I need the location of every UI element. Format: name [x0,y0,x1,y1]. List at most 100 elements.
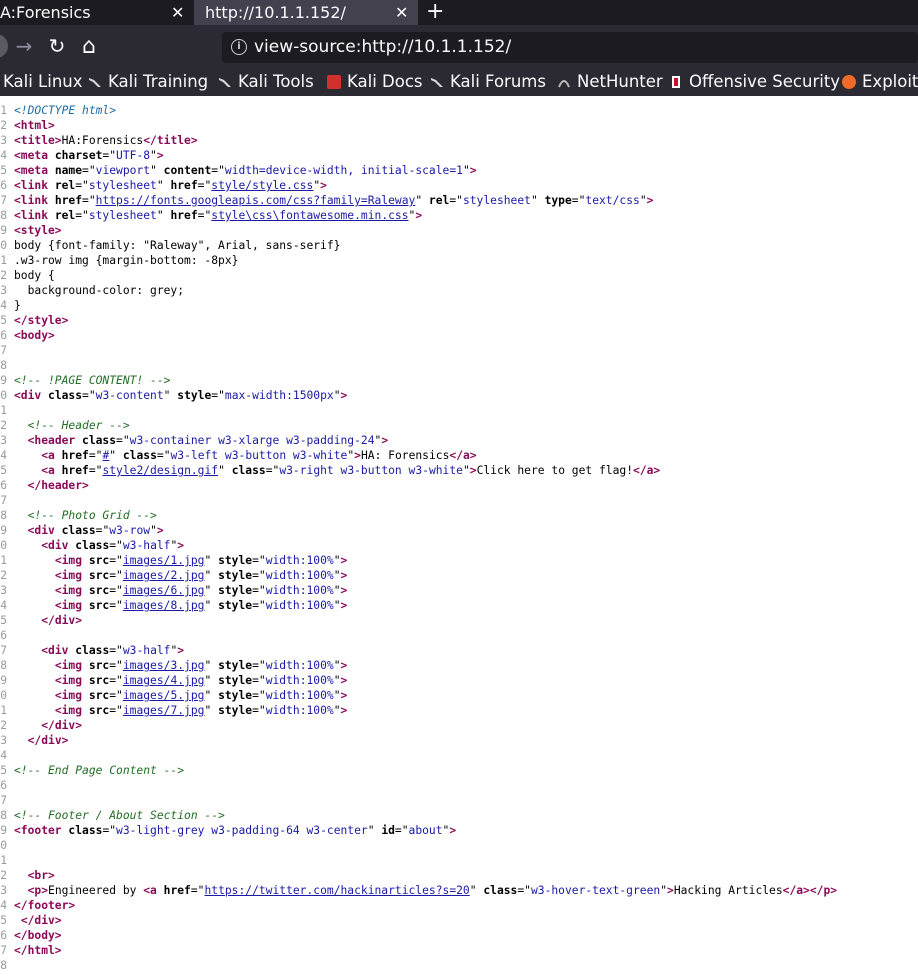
source-token [14,584,55,597]
line-number: 9 [0,224,7,237]
exploit-db-icon [842,75,856,89]
source-token: <body> [14,329,55,342]
source-line: 4 <a href="#" class="w3-left w3-button w… [0,448,476,463]
new-tab-icon[interactable]: + [426,0,444,24]
source-link[interactable]: images/5.jpg [123,689,205,702]
source-token: =" [109,554,123,567]
line-number: 0 [0,389,7,402]
source-line: 3 <img src="images/6.jpg" style="width:1… [0,583,347,598]
bookmark-item[interactable]: Kali Linux [3,68,83,96]
source-token [14,524,28,537]
source-link[interactable]: images/6.jpg [123,584,205,597]
bookmark-item[interactable]: Offensive Security [669,68,840,96]
source-token: " [150,524,157,537]
browser-chrome: A:Forensics ✕ http://10.1.1.152/ ✕ + → ↻… [0,0,918,96]
bookmark-item[interactable]: Exploit- [842,68,918,96]
forward-icon[interactable]: → [9,25,39,68]
bookmark-item[interactable]: Kali Training [88,68,208,96]
source-token [14,449,41,462]
source-token [14,614,41,627]
source-token: HA: Forensics [360,449,450,462]
source-line: 2 body { [0,268,55,283]
source-link[interactable]: style2/design.gif [102,464,218,477]
source-token: w3-hover-text-green [530,884,661,897]
home-icon[interactable]: ⌂ [74,25,104,68]
view-source-content: 1 <!DOCTYPE html> 2 <html> 3 <title>HA:Forens… [0,103,918,976]
source-token: .w3-row img {margin-bottom: -8px} [14,254,239,267]
source-line: 5 <!-- End Page Content --> [0,763,184,778]
source-link[interactable]: images/4.jpg [123,674,205,687]
source-link[interactable]: images/1.jpg [123,554,205,567]
source-link[interactable]: style\css\fontawesome.min.css [211,209,408,222]
source-token: <img [54,674,89,687]
line-number: 6 [0,479,7,492]
tab-forensics[interactable]: A:Forensics ✕ [0,0,194,25]
source-token: " [639,194,647,207]
source-link[interactable]: images/2.jpg [123,569,205,582]
source-token [14,509,28,522]
source-link[interactable]: style/style.css [211,179,313,192]
line-number: 6 [0,179,7,192]
source-token: class [122,449,157,462]
source-token: " [150,149,157,162]
reload-icon[interactable]: ↻ [42,25,72,68]
source-token: class [75,644,110,657]
bookmark-item[interactable]: NetHunter [557,68,663,96]
source-token: stylesheet [462,194,531,207]
tab-close-icon[interactable]: ✕ [171,0,184,25]
source-token: " [462,164,470,177]
source-token: class [48,389,83,402]
source-token: " [333,599,341,612]
source-token: <p> [27,884,49,897]
source-link[interactable]: images/3.jpg [123,659,205,672]
source-token: " [333,569,341,582]
line-number: 6 [0,329,7,342]
back-button[interactable] [0,34,8,58]
source-token: <title> [14,134,62,147]
source-token: width:100% [265,599,334,612]
source-link[interactable]: images/8.jpg [123,599,205,612]
source-token: Click here to get flag! [476,464,634,477]
source-token: width=device-width, initial-scale=1 [224,164,463,177]
source-token: <meta [14,149,55,162]
source-token: w3-half [122,539,171,552]
source-link[interactable]: images/7.jpg [123,704,205,717]
source-token: href [61,449,89,462]
source-line: 6 [0,628,14,643]
source-token: =" [211,164,225,177]
source-line: 0 [0,838,14,853]
source-token: " [469,884,484,897]
bookmark-label: Kali Docs [347,72,423,91]
line-number: 3 [0,584,7,597]
bookmark-item[interactable]: Kali Forums [430,68,546,96]
source-token: <img [54,599,89,612]
source-link[interactable]: https://twitter.com/hackinarticles?s=20 [204,884,469,897]
source-token: </style> [14,314,69,327]
source-line: 9 <style> [0,223,61,238]
line-number: 8 [0,959,7,972]
tab-view-source[interactable]: http://10.1.1.152/ ✕ [194,0,418,25]
source-link[interactable]: https://fonts.googleapis.com/css?family=… [96,194,416,207]
bookmark-item[interactable]: Kali Docs [327,68,423,96]
url-bar[interactable]: i view-source:http://10.1.1.152/ [222,32,918,63]
url-text[interactable]: view-source:http://10.1.1.152/ [254,32,511,63]
source-token: " [462,464,470,477]
bookmark-item[interactable]: Kali Tools [218,68,314,96]
source-token: =" [252,659,266,672]
source-token: width:100% [265,569,334,582]
source-line: 3 <title>HA:Forensics</title> [0,133,197,148]
source-token: > [177,644,185,657]
source-token: " [333,659,341,672]
source-token: about [408,824,443,837]
source-line: 8 <!-- Photo Grid --> [0,508,157,523]
source-token: =" [252,569,266,582]
source-token: </div> [27,734,69,747]
tab-close-icon[interactable]: ✕ [395,0,408,25]
source-token: > [177,539,185,552]
info-icon[interactable]: i [231,39,247,55]
source-token: href [61,464,89,477]
line-number: 7 [0,644,7,657]
source-line: 9 <footer class="w3-light-grey w3-padding… [0,823,456,838]
source-token: " [333,689,341,702]
line-number: 7 [0,944,7,957]
